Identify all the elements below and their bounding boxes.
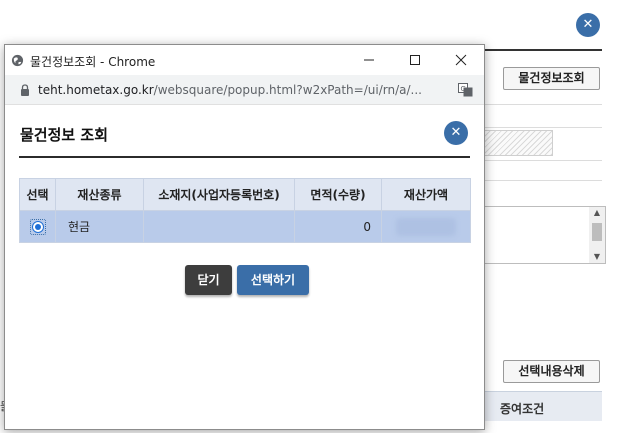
translate-icon[interactable]: G <box>458 83 473 97</box>
type-cell: 현금 <box>55 210 144 243</box>
row-divider <box>484 127 602 128</box>
memo-textarea[interactable] <box>484 206 606 264</box>
scrollbar-thumb[interactable] <box>592 223 602 241</box>
table-row[interactable]: 현금 0 <box>19 210 471 243</box>
item-info-table: 선택 재산종류 소재지(사업자등록번호) 면적(수량) 재산가액 현금 0 <box>19 178 471 243</box>
title-divider <box>19 156 470 158</box>
textarea-scrollbar[interactable]: ▲ ▼ <box>589 207 605 263</box>
globe-icon <box>11 54 24 67</box>
maximize-button[interactable] <box>392 45 438 75</box>
lock-icon <box>21 84 29 96</box>
url-text[interactable]: teht.hometax.go.kr/websquare/popup.html?… <box>38 83 422 97</box>
popup-content: 물건정보 조회 ✕ 선택 재산종류 소재지(사업자등록번호) 면적(수량) 재산… <box>5 106 484 429</box>
column-header-select: 선택 <box>19 178 56 211</box>
table-header-row: 선택 재산종류 소재지(사업자등록번호) 면적(수량) 재산가액 <box>19 178 471 211</box>
window-title: 물건정보조회 - Chrome <box>30 55 156 69</box>
popup-title: 물건정보 조회 <box>20 126 109 144</box>
scroll-up-icon[interactable]: ▲ <box>589 207 605 219</box>
table-header-cell: 증여조건 <box>484 391 602 421</box>
popup-window: 물건정보조회 - Chrome teht.hometax.go.kr/websq… <box>4 44 485 430</box>
row-divider <box>484 104 602 105</box>
maximize-icon <box>410 55 420 65</box>
minimize-button[interactable] <box>346 45 392 75</box>
row-divider <box>484 180 602 181</box>
close-icon[interactable]: ✕ <box>444 121 468 145</box>
scroll-down-icon[interactable]: ▼ <box>589 251 605 263</box>
select-cell[interactable] <box>19 210 56 243</box>
url-path: /websquare/popup.html?w2xPath=/ui/rn/a/.… <box>153 83 422 97</box>
area-cell: 0 <box>294 210 382 243</box>
window-titlebar[interactable]: 물건정보조회 - Chrome <box>5 45 484 75</box>
row-divider <box>484 160 602 161</box>
redacted-value <box>396 217 456 236</box>
location-cell <box>143 210 295 243</box>
gift-condition-label: 증여조건 <box>500 402 545 416</box>
column-header-location: 소재지(사업자등록번호) <box>143 178 295 211</box>
column-header-area: 면적(수량) <box>294 178 382 211</box>
window-close-button[interactable] <box>438 45 484 75</box>
close-button[interactable]: 닫기 <box>185 265 232 295</box>
svg-text:G: G <box>461 85 466 93</box>
section-divider <box>484 49 602 51</box>
value-cell <box>381 210 471 243</box>
row-select-radio[interactable] <box>29 218 46 235</box>
disabled-input-field <box>484 130 553 156</box>
column-header-type: 재산종류 <box>55 178 144 211</box>
delete-selected-button[interactable]: 선택내용삭제 <box>503 360 600 383</box>
close-icon <box>455 54 467 66</box>
minimize-icon <box>364 59 374 61</box>
column-header-value: 재산가액 <box>381 178 471 211</box>
address-bar[interactable]: teht.hometax.go.kr/websquare/popup.html?… <box>5 75 484 105</box>
item-inquiry-button[interactable]: 물건정보조회 <box>503 67 600 90</box>
close-icon[interactable]: ✕ <box>576 13 600 37</box>
select-button[interactable]: 선택하기 <box>237 265 309 295</box>
url-host: teht.hometax.go.kr <box>38 83 154 97</box>
